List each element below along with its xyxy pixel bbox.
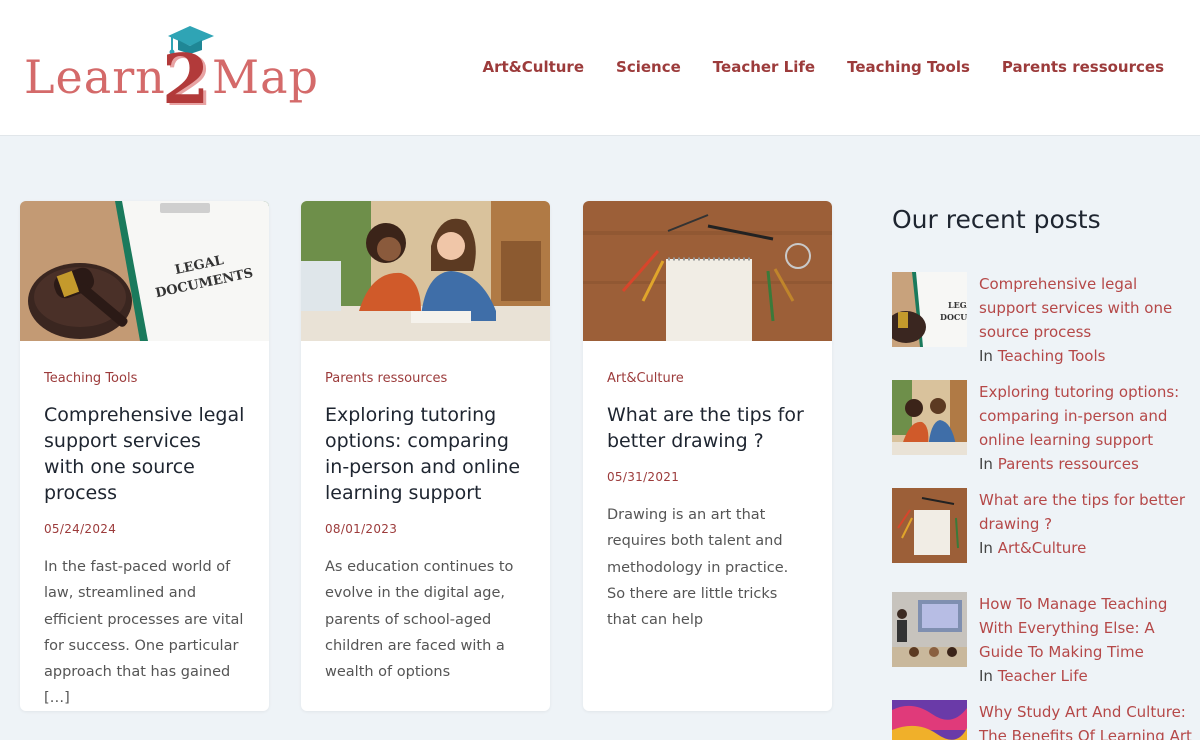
recent-post-thumbnail[interactable] <box>892 380 967 455</box>
legal-documents-image[interactable]: LEGAL DOCUMENTS <box>20 201 269 341</box>
recent-post-item: Exploring tutoring options: comparing in… <box>892 380 1192 476</box>
recent-post-in-label: In <box>979 539 993 557</box>
post-date: 05/31/2021 <box>607 470 680 484</box>
recent-post-in-label: In <box>979 455 993 473</box>
logo-text-map: Map <box>212 50 319 104</box>
recent-posts-sidebar: Our recent posts LEGA DOCUM Comprehensiv… <box>892 205 1192 740</box>
recent-post-in-label: In <box>979 347 993 365</box>
drawing-supplies-image[interactable] <box>583 201 832 341</box>
post-date: 05/24/2024 <box>44 522 117 536</box>
main-nav: Art&Culture Science Teacher Life Teachin… <box>483 58 1165 76</box>
nav-item-teacher-life[interactable]: Teacher Life <box>713 58 815 76</box>
nav-item-art-culture[interactable]: Art&Culture <box>483 58 585 76</box>
thumb-text-docum: DOCUM <box>940 312 967 322</box>
post-card[interactable]: Art&Culture What are the tips for better… <box>583 201 832 711</box>
nav-item-science[interactable]: Science <box>616 58 681 76</box>
nav-item-parents-ressources[interactable]: Parents ressources <box>1002 58 1164 76</box>
recent-post-title-link[interactable]: What are the tips for better drawing ? <box>979 488 1192 536</box>
recent-post-category-link[interactable]: Teacher Life <box>998 667 1088 685</box>
post-title-link[interactable]: Comprehensive legal support services wit… <box>44 402 245 506</box>
recent-post-thumbnail[interactable] <box>892 700 967 740</box>
recent-post-in-label: In <box>979 667 993 685</box>
recent-post-title-link[interactable]: Exploring tutoring options: comparing in… <box>979 380 1192 452</box>
site-logo[interactable]: Learn 2 Map <box>22 24 322 120</box>
post-category-link[interactable]: Parents ressources <box>325 371 526 386</box>
post-category-link[interactable]: Art&Culture <box>607 371 808 386</box>
post-title-link[interactable]: Exploring tutoring options: comparing in… <box>325 402 526 506</box>
post-category-link[interactable]: Teaching Tools <box>44 371 245 386</box>
recent-post-title-link[interactable]: How To Manage Teaching With Everything E… <box>979 592 1192 664</box>
recent-post-category-link[interactable]: Parents ressources <box>998 455 1139 473</box>
site-header: Learn 2 Map Art&Culture Science Teacher … <box>0 0 1200 136</box>
recent-post-item: How To Manage Teaching With Everything E… <box>892 592 1192 688</box>
sidebar-title: Our recent posts <box>892 205 1101 234</box>
logo-text-learn: Learn <box>24 50 166 104</box>
recent-post-category-link[interactable]: Teaching Tools <box>998 347 1106 365</box>
recent-post-title-link[interactable]: Why Study Art And Culture: The Benefits … <box>979 700 1192 740</box>
recent-post-title-link[interactable]: Comprehensive legal support services wit… <box>979 272 1192 344</box>
post-title-link[interactable]: What are the tips for better drawing ? <box>607 402 808 454</box>
recent-post-item: Why Study Art And Culture: The Benefits … <box>892 700 1192 740</box>
logo-text-two: 2 <box>162 40 210 120</box>
recent-post-category-link[interactable]: Art&Culture <box>998 539 1087 557</box>
post-date: 08/01/2023 <box>325 522 398 536</box>
recent-post-item: LEGA DOCUM Comprehensive legal support s… <box>892 272 1192 368</box>
recent-post-thumbnail[interactable] <box>892 592 967 667</box>
post-card[interactable]: LEGAL DOCUMENTS Teaching Tools Comprehen… <box>20 201 269 711</box>
recent-post-item: What are the tips for better drawing ? I… <box>892 488 1192 563</box>
recent-post-thumbnail[interactable]: LEGA DOCUM <box>892 272 967 347</box>
post-excerpt: Drawing is an art that requires both tal… <box>607 507 789 629</box>
nav-item-teaching-tools[interactable]: Teaching Tools <box>847 58 970 76</box>
post-excerpt: In the fast-paced world of law, streamli… <box>44 559 244 707</box>
tutoring-image[interactable] <box>301 201 550 341</box>
post-card[interactable]: Parents ressources Exploring tutoring op… <box>301 201 550 711</box>
recent-post-thumbnail[interactable] <box>892 488 967 563</box>
thumb-text-lega: LEGA <box>948 300 967 310</box>
post-excerpt: As education continues to evolve in the … <box>325 559 514 681</box>
